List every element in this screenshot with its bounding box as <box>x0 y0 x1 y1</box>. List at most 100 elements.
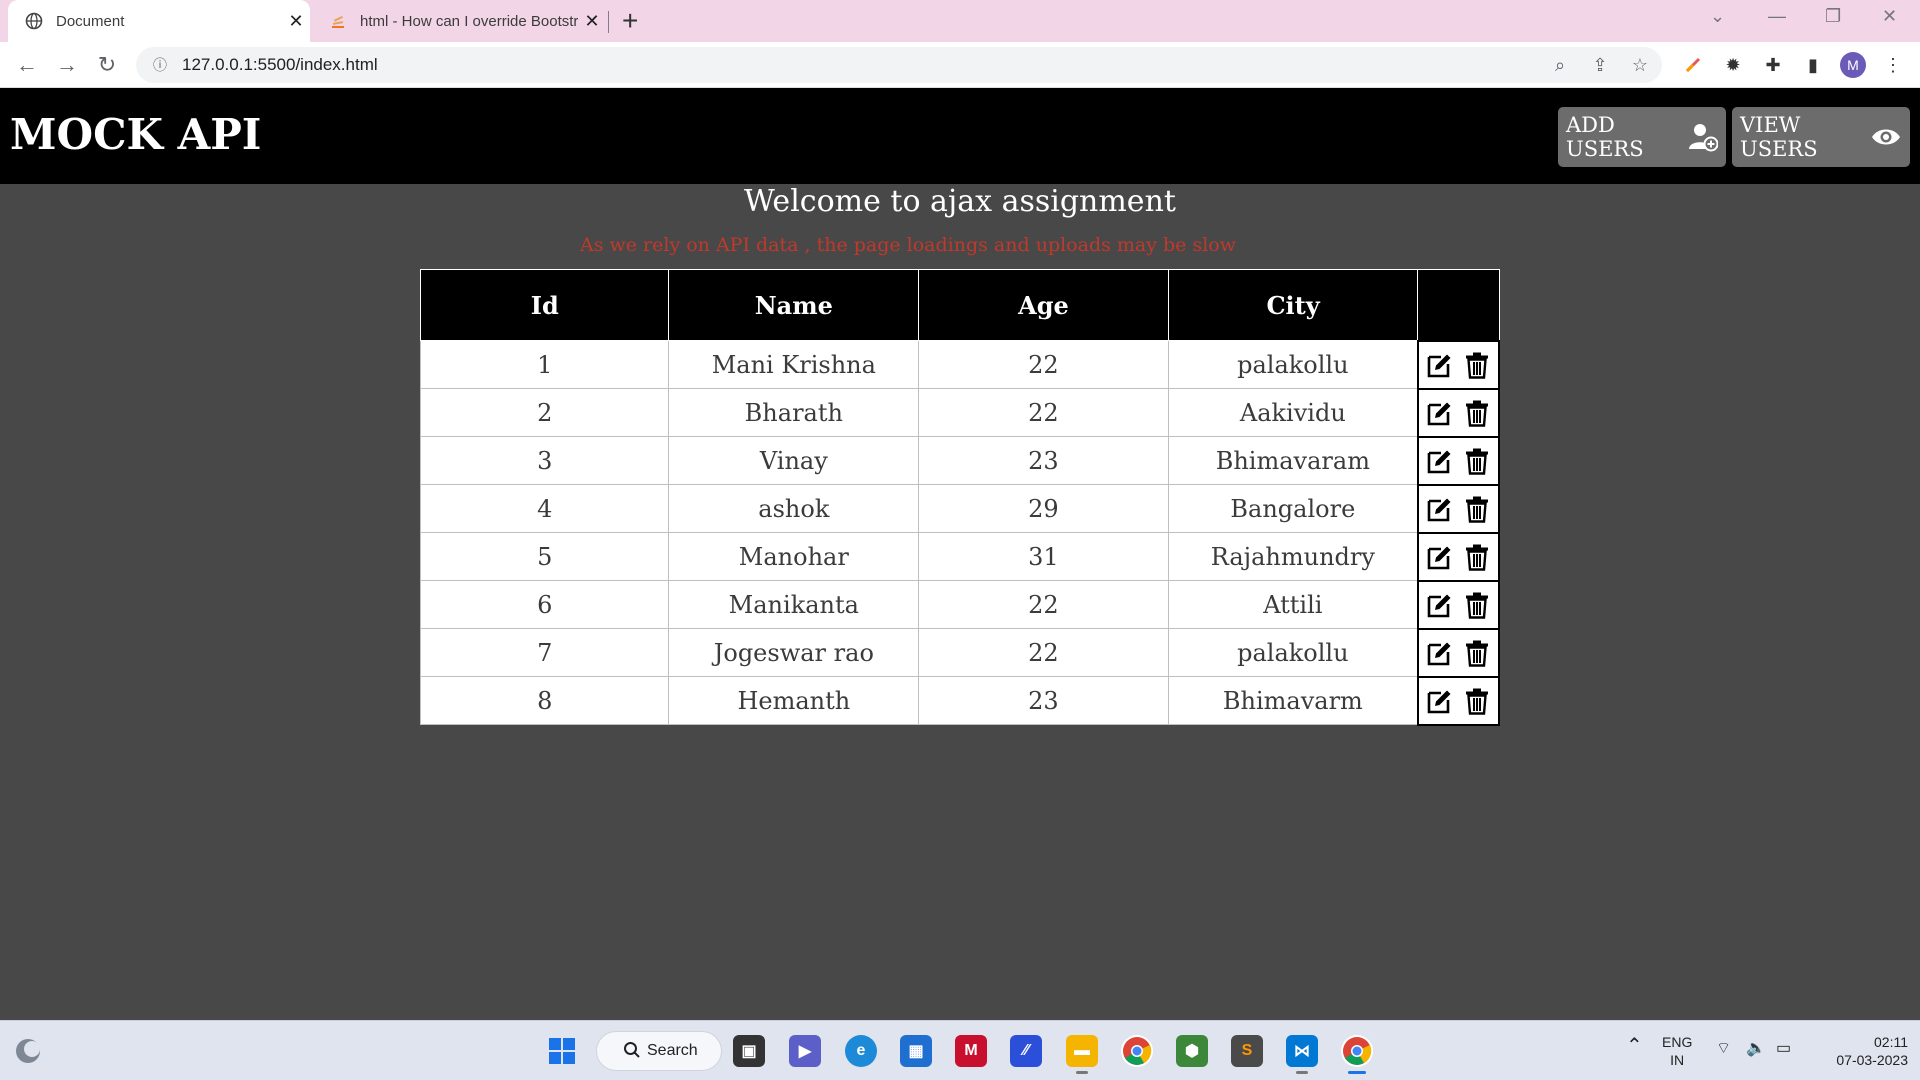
url-text: 127.0.0.1:5500/index.html <box>182 55 378 74</box>
cell-age: 22 <box>918 340 1169 389</box>
windows-taskbar: Search ▣ ▶ e ▦ M ⁄⁄ ▬ ⬢ S ⋈ ⌃ ENG IN ⌔ 🔈… <box>0 1020 1920 1080</box>
tab-search-icon[interactable]: ⌄ <box>1710 6 1725 27</box>
cell-actions <box>1416 627 1501 678</box>
cell-id: 3 <box>419 436 670 485</box>
browser-tab-document[interactable]: Document ✕ <box>8 0 310 42</box>
forward-button[interactable]: → <box>52 50 82 80</box>
tray-overflow-chevron-icon[interactable]: ⌃ <box>1626 1036 1643 1056</box>
close-window-button[interactable]: ✕ <box>1882 6 1897 27</box>
trash-icon[interactable] <box>1464 399 1490 427</box>
view-users-button[interactable]: VIEW USERS <box>1732 107 1910 167</box>
side-panel-icon[interactable]: ▮ <box>1800 52 1826 78</box>
eye-icon <box>1870 125 1902 149</box>
edit-icon[interactable] <box>1426 639 1454 667</box>
cell-name: Hemanth <box>668 676 920 725</box>
brand-title: MOCK API <box>10 110 262 159</box>
table-row: 6 Manikanta 22 Attili <box>419 579 1501 630</box>
minimize-button[interactable]: — <box>1768 6 1786 27</box>
row-actions <box>1425 543 1492 571</box>
add-users-button[interactable]: ADD USERS <box>1558 107 1726 167</box>
reload-button[interactable]: ↻ <box>92 50 122 80</box>
menu-kebab-icon[interactable]: ⋮ <box>1880 52 1906 78</box>
edit-icon[interactable] <box>1426 687 1454 715</box>
file-explorer-icon[interactable]: ▬ <box>1066 1035 1098 1067</box>
column-header-actions <box>1417 269 1500 341</box>
edit-icon[interactable] <box>1426 543 1454 571</box>
browser-tab-stackoverflow[interactable]: html - How can I override Bootstr ✕ <box>316 0 606 42</box>
puzzle-extensions-icon[interactable]: ✚ <box>1760 52 1786 78</box>
cell-age: 29 <box>918 484 1169 533</box>
app-navbar: MOCK API ADD USERS VIEW USERS <box>0 88 1920 184</box>
vscode-icon[interactable]: ⋈ <box>1286 1035 1318 1067</box>
cell-name: ashok <box>668 484 920 533</box>
address-bar[interactable]: ⓘ 127.0.0.1:5500/index.html ⌕ ⇪ ☆ <box>136 47 1662 83</box>
region-code: IN <box>1670 1052 1685 1068</box>
close-tab-icon[interactable]: ✕ <box>578 11 606 32</box>
restore-button[interactable]: ❐ <box>1825 6 1841 27</box>
row-actions <box>1425 687 1492 715</box>
trash-icon[interactable] <box>1464 447 1490 475</box>
cell-id: 2 <box>419 388 670 437</box>
cell-age: 22 <box>918 580 1169 629</box>
cell-age: 23 <box>918 676 1169 725</box>
site-info-icon[interactable]: ⓘ <box>150 55 170 75</box>
input-language[interactable]: ENG IN <box>1662 1033 1692 1069</box>
mcafee-icon[interactable]: M <box>955 1035 987 1067</box>
search-label: Search <box>647 1042 698 1059</box>
trash-icon[interactable] <box>1464 543 1490 571</box>
battery-icon[interactable]: ▭ <box>1776 1040 1791 1058</box>
taskbar-search[interactable]: Search <box>596 1031 722 1071</box>
trash-icon[interactable] <box>1464 687 1490 715</box>
trash-icon[interactable] <box>1464 591 1490 619</box>
slow-loading-notice: As we rely on API data , the page loadin… <box>580 234 1236 256</box>
nodejs-icon[interactable]: ⬢ <box>1176 1035 1208 1067</box>
volume-icon[interactable]: 🔈 <box>1746 1040 1766 1058</box>
cell-id: 4 <box>419 484 670 533</box>
clock[interactable]: 02:11 07-03-2023 <box>1812 1033 1908 1069</box>
table-row: 2 Bharath 22 Aakividu <box>419 387 1501 438</box>
cell-actions <box>1416 483 1501 534</box>
cell-id: 5 <box>419 532 670 581</box>
new-tab-button[interactable]: + <box>622 6 638 36</box>
profile-avatar[interactable]: M <box>1840 52 1866 78</box>
edit-icon[interactable] <box>1426 351 1454 379</box>
trash-icon[interactable] <box>1464 495 1490 523</box>
cell-actions <box>1416 675 1501 726</box>
bookmark-star-icon[interactable]: ☆ <box>1626 47 1654 83</box>
microsoft-store-icon[interactable]: ▦ <box>900 1035 932 1067</box>
close-tab-icon[interactable]: ✕ <box>282 11 310 32</box>
running-indicator <box>1076 1071 1088 1074</box>
edit-icon[interactable] <box>1426 399 1454 427</box>
wifi-icon[interactable]: ⌔ <box>1716 1040 1731 1058</box>
row-actions <box>1425 351 1492 379</box>
windows-start-icon[interactable] <box>546 1035 578 1067</box>
cell-actions <box>1416 339 1501 390</box>
cell-city: palakollu <box>1167 340 1419 389</box>
app-launcher-icon[interactable]: ⁄⁄ <box>1010 1035 1042 1067</box>
cell-city: Aakividu <box>1167 388 1419 437</box>
edge-browser-icon[interactable]: e <box>845 1035 877 1067</box>
edit-icon[interactable] <box>1426 447 1454 475</box>
teams-chat-icon[interactable]: ▶ <box>789 1035 821 1067</box>
bug-extension-icon[interactable]: ✹ <box>1720 52 1746 78</box>
edit-icon[interactable] <box>1426 495 1454 523</box>
trash-icon[interactable] <box>1464 351 1490 379</box>
cell-name: Manikanta <box>668 580 920 629</box>
color-picker-extension-icon[interactable] <box>1680 52 1706 78</box>
edit-icon[interactable] <box>1426 591 1454 619</box>
weather-widget-icon[interactable] <box>12 1035 44 1067</box>
share-icon[interactable]: ⇪ <box>1586 47 1614 83</box>
trash-icon[interactable] <box>1464 639 1490 667</box>
cell-city: Attili <box>1167 580 1419 629</box>
sublime-text-icon[interactable]: S <box>1231 1035 1263 1067</box>
back-button[interactable]: ← <box>12 50 42 80</box>
cell-name: Jogeswar rao <box>668 628 920 677</box>
zoom-icon[interactable]: ⌕ <box>1546 47 1574 83</box>
task-view-icon[interactable]: ▣ <box>733 1035 765 1067</box>
table-row: 5 Manohar 31 Rajahmundry <box>419 531 1501 582</box>
add-users-label: ADD USERS <box>1566 113 1644 161</box>
chrome-icon[interactable] <box>1121 1035 1153 1067</box>
cell-actions <box>1416 387 1501 438</box>
view-users-label: VIEW USERS <box>1740 113 1818 161</box>
chrome-profile-icon[interactable] <box>1341 1035 1373 1067</box>
